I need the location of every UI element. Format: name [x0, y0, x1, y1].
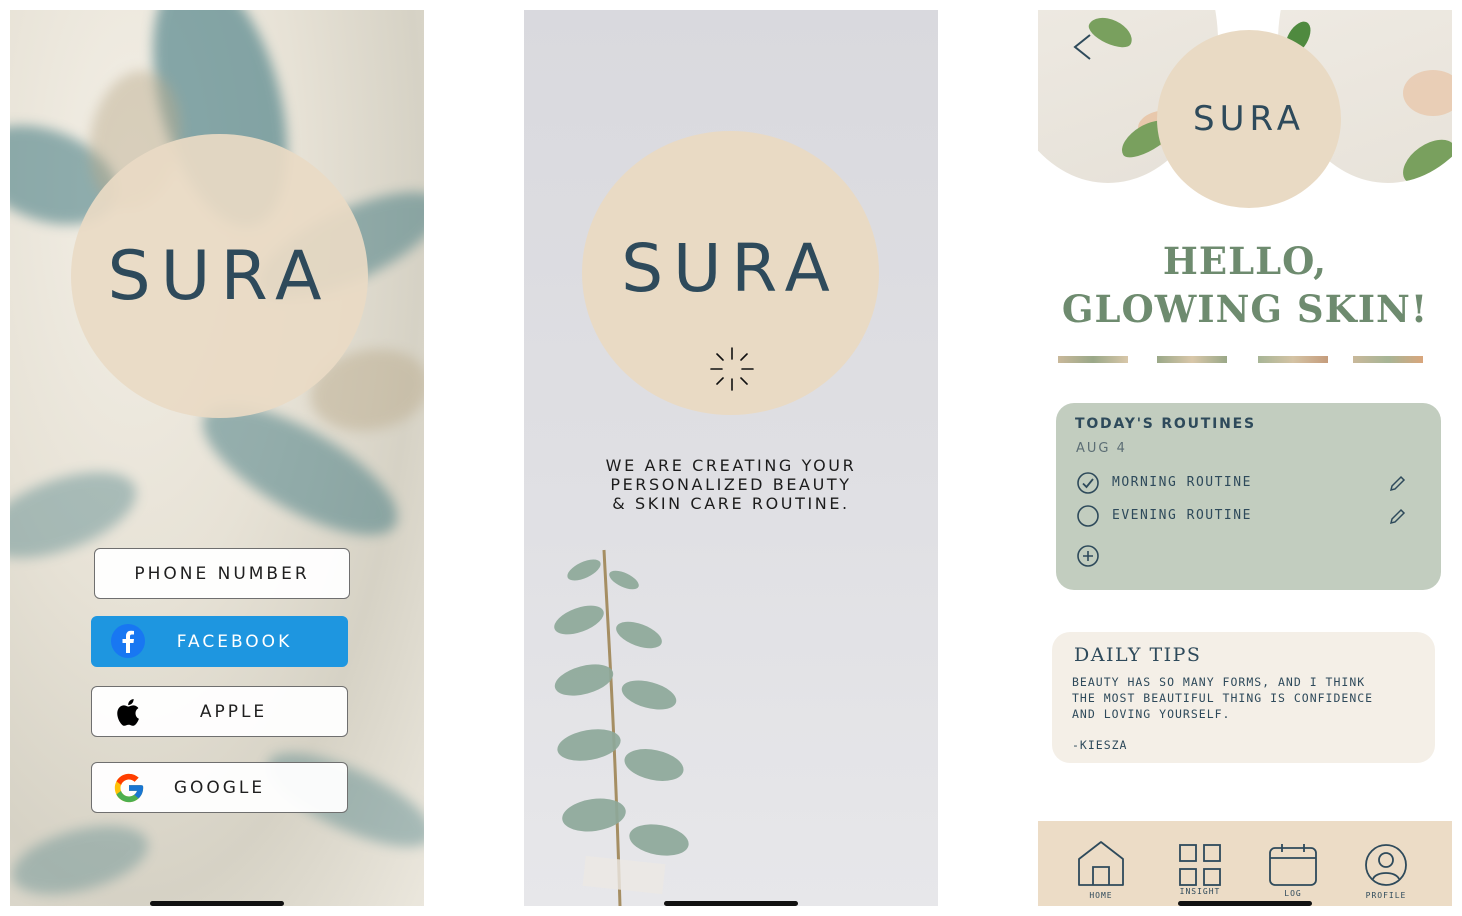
apple-label: APPLE: [199, 701, 268, 722]
tab-insight[interactable]: INSIGHT: [1165, 835, 1235, 905]
pencil-icon[interactable]: [1388, 475, 1406, 493]
loading-message-line: PERSONALIZED BEAUTY: [610, 475, 852, 494]
user-icon: [1365, 844, 1407, 886]
tips-body-line: AND LOVING YOURSELF.: [1072, 707, 1231, 721]
home-indicator: [1178, 901, 1312, 906]
calendar-icon: [1269, 844, 1317, 886]
check-circle-icon[interactable]: [1076, 471, 1100, 495]
loading-screen: SURA WE ARE CREATING YOUR PERSONALIZED B…: [524, 10, 938, 906]
pencil-icon[interactable]: [1388, 508, 1406, 526]
facebook-button[interactable]: FACEBOOK: [91, 616, 348, 667]
tab-label: PROFILE: [1365, 891, 1407, 900]
routine-item[interactable]: EVENING ROUTINE: [1076, 504, 1416, 528]
phone-number-button[interactable]: PHONE NUMBER: [94, 548, 350, 599]
tips-body-line: BEAUTY HAS SO MANY FORMS, AND I THINK: [1072, 675, 1366, 689]
home-indicator: [664, 901, 798, 906]
google-label: GOOGLE: [173, 777, 266, 798]
tips-card: DAILY TIPS BEAUTY HAS SO MANY FORMS, AND…: [1052, 632, 1435, 763]
progress-strip: [1258, 356, 1328, 363]
facebook-label: FACEBOOK: [176, 631, 293, 652]
login-screen: SURA PHONE NUMBER FACEBOOK APPLE GOOGLE: [10, 10, 424, 906]
tips-body: BEAUTY HAS SO MANY FORMS, AND I THINK TH…: [1072, 674, 1373, 722]
routines-card[interactable]: TODAY'S ROUTINES AUG 4 MORNING ROUTINE E…: [1056, 403, 1441, 590]
tab-label: INSIGHT: [1179, 887, 1221, 896]
apple-button[interactable]: APPLE: [91, 686, 348, 737]
app-logo: SURA: [621, 229, 840, 307]
tab-profile[interactable]: PROFILE: [1351, 835, 1421, 905]
progress-strip: [1353, 356, 1423, 363]
greeting-line: HELLO,: [1162, 239, 1328, 283]
routine-label: MORNING ROUTINE: [1112, 475, 1252, 490]
spinner-icon: [709, 346, 755, 392]
grid-icon: [1179, 844, 1221, 886]
back-arrow-icon: [1073, 34, 1091, 60]
logo-circle: SURA: [71, 134, 368, 418]
house-icon: [1078, 841, 1124, 886]
progress-strip: [1157, 356, 1227, 363]
tab-log[interactable]: LOG: [1258, 835, 1328, 905]
eucalyptus-image: [524, 540, 724, 906]
loading-message: WE ARE CREATING YOUR PERSONALIZED BEAUTY…: [524, 456, 938, 513]
tips-author: -KIESZA: [1072, 738, 1128, 752]
logo-circle: SURA: [1157, 30, 1341, 208]
tab-label: HOME: [1089, 891, 1113, 900]
tips-title: DAILY TIPS: [1074, 644, 1202, 666]
empty-circle-icon[interactable]: [1076, 504, 1100, 528]
routine-item[interactable]: MORNING ROUTINE: [1076, 471, 1416, 495]
routine-label: EVENING ROUTINE: [1112, 508, 1252, 523]
tips-body-line: THE MOST BEAUTIFUL THING IS CONFIDENCE: [1072, 691, 1374, 705]
home-indicator: [150, 901, 284, 906]
greeting-line: GLOWING SKIN!: [1061, 287, 1429, 331]
greeting-heading: HELLO, GLOWING SKIN!: [1038, 237, 1452, 333]
tab-label: LOG: [1284, 889, 1302, 898]
phone-number-label: PHONE NUMBER: [134, 563, 310, 584]
silk-background: [10, 812, 156, 906]
home-screen: SURA HELLO, GLOWING SKIN! TODAY'S ROUTIN…: [1038, 10, 1452, 906]
back-button[interactable]: [1070, 32, 1100, 68]
routines-title: TODAY'S ROUTINES: [1075, 416, 1256, 432]
routines-date: AUG 4: [1076, 441, 1127, 456]
tab-home[interactable]: HOME: [1066, 835, 1136, 905]
app-logo: SURA: [1193, 99, 1305, 139]
app-logo: SURA: [107, 236, 332, 316]
progress-strip: [1058, 356, 1128, 363]
add-routine-icon[interactable]: [1076, 544, 1100, 568]
loading-message-line: WE ARE CREATING YOUR: [605, 456, 857, 475]
tab-bar: HOME INSIGHT LOG PROFILE: [1038, 821, 1452, 906]
google-button[interactable]: GOOGLE: [91, 762, 348, 813]
loading-message-line: & SKIN CARE ROUTINE.: [612, 494, 850, 513]
